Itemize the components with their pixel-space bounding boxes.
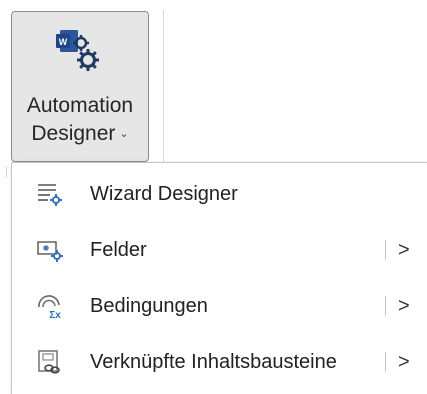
button-label-line-2: Designer ⌄: [12, 120, 148, 148]
submenu-arrow-icon[interactable]: >: [398, 335, 410, 389]
chevron-down-icon: ⌄: [119, 128, 129, 140]
menu-item-wizard-designer[interactable]: Wizard Designer: [12, 167, 427, 221]
fields-icon: [37, 241, 63, 262]
menu-item-bedingungen[interactable]: Σx Bedingungen >: [12, 279, 427, 333]
conditions-icon: Σx: [38, 295, 61, 320]
automation-designer-dropdown-menu: Wizard Designer Felder > Σx Bedingungen …: [11, 162, 427, 394]
ribbon: W Automation Designer ⌄: [0, 0, 427, 178]
button-label-text: Designer: [31, 122, 116, 145]
automation-designer-button[interactable]: W Automation Designer ⌄: [11, 11, 149, 162]
ribbon-edge-marker: [0, 166, 7, 178]
ribbon-group-separator: [163, 10, 164, 166]
submenu-arrow-icon[interactable]: >: [398, 279, 410, 333]
automation-designer-label: Automation Designer ⌄: [12, 92, 148, 148]
svg-text:W: W: [59, 37, 68, 47]
linked-building-blocks-icon: [38, 350, 60, 374]
submenu-divider: [385, 240, 386, 260]
submenu-divider: [385, 296, 386, 316]
submenu-arrow-icon[interactable]: >: [398, 223, 410, 277]
menu-item-verknuepfte-inhaltsbausteine[interactable]: Verknüpfte Inhaltsbausteine >: [12, 335, 427, 389]
menu-item-label: Wizard Designer: [90, 183, 238, 205]
menu-item-felder[interactable]: Felder >: [12, 223, 427, 277]
submenu-divider: [385, 352, 386, 372]
word-gears-icon: W: [56, 30, 99, 71]
wizard-designer-icon: [38, 184, 62, 206]
menu-item-label: Verknüpfte Inhaltsbausteine: [90, 351, 337, 373]
menu-item-label: Felder: [90, 239, 147, 261]
button-label-line-1: Automation: [26, 94, 134, 117]
svg-text:Σx: Σx: [49, 310, 61, 320]
menu-item-label: Bedingungen: [90, 295, 208, 317]
